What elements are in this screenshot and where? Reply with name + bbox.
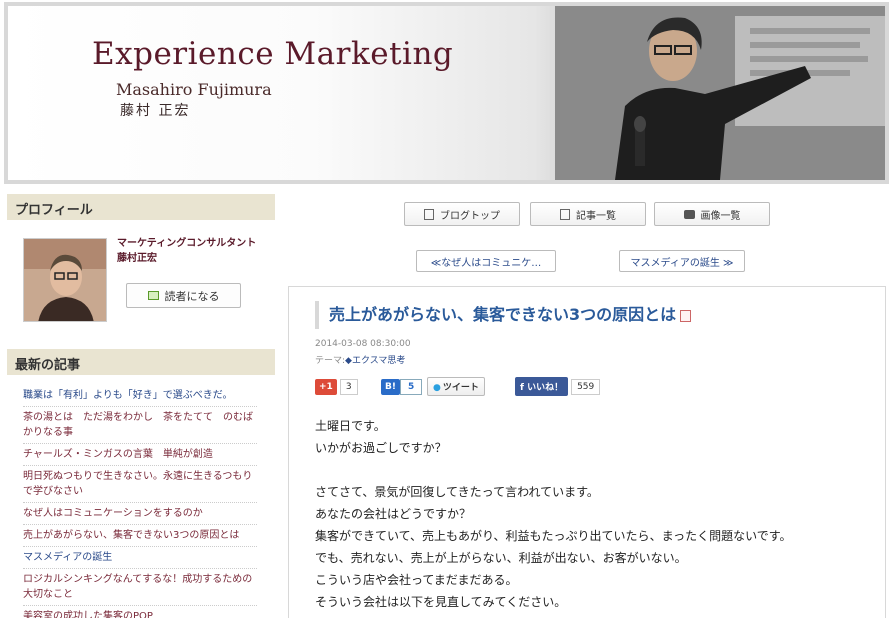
article-paragraph: でも、売れない、売上が上がらない、利益が出ない、お客がいない。 [315, 551, 687, 565]
google-plus-button[interactable]: +1 [315, 378, 337, 395]
become-reader-label: 読者になる [164, 289, 220, 303]
latest-post-link[interactable]: なぜ人はコミュニケーションをするのか [23, 503, 257, 525]
profile-section: プロフィール マーケティングコンサルタント藤村正宏 読者になる [7, 194, 275, 340]
hatena-bookmark-count: 5 [399, 378, 423, 395]
latest-post-link[interactable]: 美容室の成功した集客のPOP [23, 606, 257, 618]
avatar[interactable] [23, 238, 107, 322]
image-list-label: 画像一覧 [700, 210, 741, 222]
article-card: 売上があがらない、集客できない3つの原因とは 2014-03-08 08:30:… [288, 286, 886, 618]
article-body: 土曜日です。 いかがお過ごしですか？ さてさて、景気が回復してきたって言われてい… [315, 415, 792, 613]
profile-name-link[interactable]: マーケティングコンサルタント藤村正宏 [117, 236, 259, 266]
google-plus-widget: +1 3 [315, 377, 358, 396]
main-content: ブログトップ 記事一覧 画像一覧 ≪なぜ人はコミュニケ… マスメディアの誕生 ≫… [288, 194, 888, 618]
twitter-bird-icon: ● [433, 383, 441, 393]
book-icon [147, 291, 159, 300]
hatena-bookmark-button[interactable]: B! [381, 378, 400, 395]
latest-post-link[interactable]: 職業は「有利」よりも「好き」で選ぶべきだ。 [23, 385, 257, 407]
latest-post-link[interactable]: 売上があがらない、集客できない3つの原因とは [23, 525, 257, 547]
tweet-button[interactable]: ● ツイート [427, 377, 485, 396]
latest-posts-list: 職業は「有利」よりも「好き」で選ぶべきだ。 茶の湯とは ただ湯をわかし 茶をたて… [23, 385, 257, 618]
article-paragraph: さてさて、景気が回復してきたって言われています。 [315, 485, 599, 499]
avatar-image [24, 239, 106, 321]
profile-heading: プロフィール [7, 194, 275, 220]
theme-link[interactable]: ◆エクスマ思考 [345, 356, 405, 366]
image-list-button[interactable]: 画像一覧 [654, 202, 770, 226]
pages-icon [560, 208, 570, 220]
article-paragraph: そういう会社は以下を見直してみてください。 [315, 595, 567, 609]
prev-article-link[interactable]: ≪なぜ人はコミュニケ… [416, 250, 556, 272]
article-paragraph: 土曜日です。 [315, 419, 386, 433]
tweet-label: ツイート [442, 383, 479, 393]
latest-post-link[interactable]: 茶の湯とは ただ湯をわかし 茶をたてて のむばかりなる事 [23, 407, 257, 444]
latest-post-link[interactable]: マスメディアの誕生 [23, 547, 257, 569]
facebook-like-label: いいね！ [527, 383, 564, 393]
article-paragraph: あなたの会社はどうですか？ [315, 507, 472, 521]
article-list-button[interactable]: 記事一覧 [530, 202, 646, 226]
next-article-link[interactable]: マスメディアの誕生 ≫ [619, 250, 745, 272]
site-title[interactable]: Experience Marketing [92, 36, 453, 72]
facebook-like-button[interactable]: f いいね！ [515, 377, 569, 396]
article-paragraph: いかがお過ごしですか？ [315, 441, 447, 455]
latest-posts-section: 最新の記事 職業は「有利」よりも「好き」で選ぶべきだ。 茶の湯とは ただ湯をわか… [7, 349, 275, 618]
article-paragraph: 集客ができていて、売上もあがり、利益もたっぷり出ていたら、まったく問題ないです。 [315, 529, 792, 543]
sidebar: プロフィール マーケティングコンサルタント藤村正宏 読者になる 最新の記事 職業… [7, 194, 275, 618]
latest-post-link[interactable]: 明日死ぬつもりで生きなさい。永遠に生きるつもりで学びなさい [23, 466, 257, 503]
edit-icon[interactable] [680, 309, 692, 322]
document-icon [424, 208, 434, 220]
facebook-widget: f いいね！ 559 [515, 377, 601, 396]
blog-top-button[interactable]: ブログトップ [404, 202, 520, 226]
facebook-like-count: 559 [571, 378, 601, 395]
latest-post-link[interactable]: ロジカルシンキングなんてするな！成功するための大切なこと [23, 569, 257, 606]
hatena-widget: B! 5 [381, 377, 423, 396]
theme-label: テーマ: [315, 356, 346, 366]
article-title[interactable]: 売上があがらない、集客できない3つの原因とは [329, 305, 676, 324]
camera-icon [683, 209, 695, 219]
blog-top-label: ブログトップ [440, 210, 500, 222]
latest-posts-heading: 最新の記事 [7, 349, 275, 375]
google-plus-count: 3 [339, 378, 358, 395]
article-paragraph: こういう店や会社ってまだまだある。 [315, 573, 518, 587]
author-name-jp: 藤村 正宏 [120, 103, 191, 119]
latest-post-link[interactable]: チャールズ・ミンガスの言葉 単純が創造 [23, 444, 257, 466]
article-title-bar: 売上があがらない、集客できない3つの原因とは [315, 301, 692, 329]
article-list-label: 記事一覧 [576, 210, 616, 222]
author-name-en: Masahiro Fujimura [116, 80, 272, 99]
become-reader-button[interactable]: 読者になる [126, 283, 241, 308]
header-speaker-photo [555, 6, 885, 180]
article-date: 2014-03-08 08:30:00 [315, 339, 411, 349]
tweet-widget: ● ツイート [427, 377, 485, 396]
article-theme: テーマ:◆エクスマ思考 [315, 353, 405, 366]
header-banner: Experience Marketing Masahiro Fujimura 藤… [4, 2, 889, 184]
